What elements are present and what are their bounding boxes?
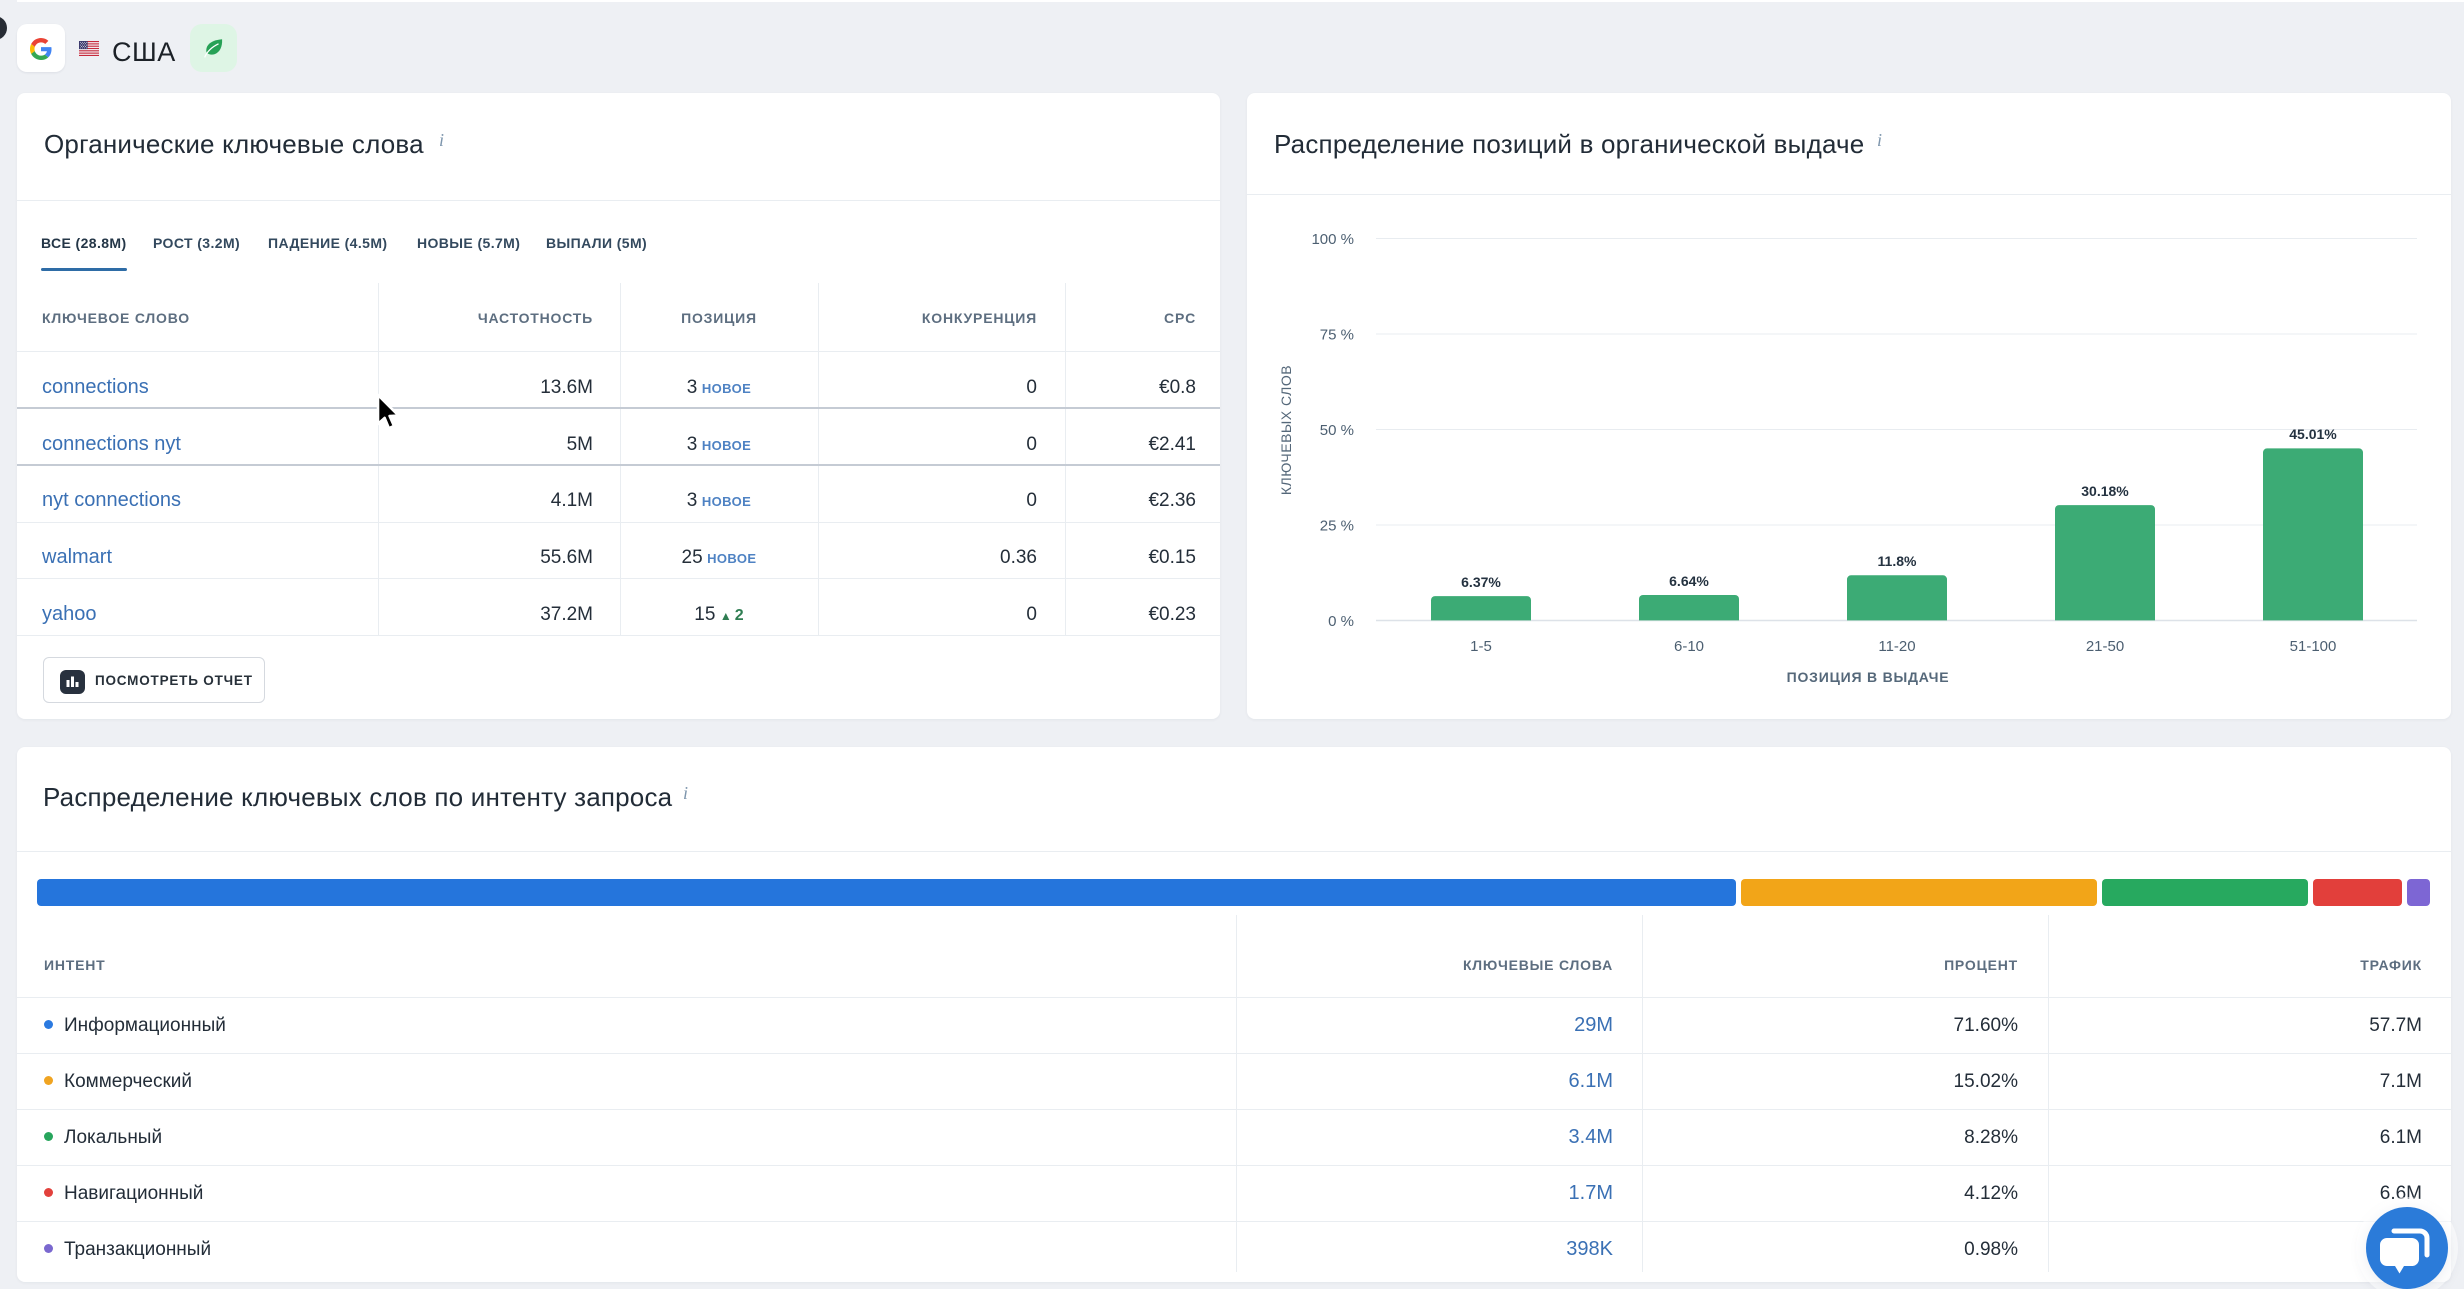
svg-text:6.64%: 6.64% — [1669, 573, 1709, 589]
svg-text:1-5: 1-5 — [1470, 638, 1492, 655]
svg-text:КЛЮЧЕВЫХ СЛОВ: КЛЮЧЕВЫХ СЛОВ — [1278, 365, 1294, 495]
svg-text:11.8%: 11.8% — [1878, 553, 1917, 569]
svg-text:25 %: 25 % — [1320, 517, 1354, 534]
svg-text:6.37%: 6.37% — [1461, 574, 1501, 590]
svg-text:75 %: 75 % — [1320, 326, 1354, 343]
svg-text:45.01%: 45.01% — [2289, 426, 2337, 442]
svg-text:ПОЗИЦИЯ В ВЫДАЧЕ: ПОЗИЦИЯ В ВЫДАЧЕ — [1787, 669, 1950, 685]
svg-text:51-100: 51-100 — [2290, 638, 2337, 655]
svg-text:100 %: 100 % — [1311, 231, 1354, 248]
svg-text:6-10: 6-10 — [1674, 638, 1704, 655]
svg-text:30.18%: 30.18% — [2081, 483, 2129, 499]
svg-text:50 %: 50 % — [1320, 422, 1354, 439]
svg-text:21-50: 21-50 — [2086, 638, 2124, 655]
svg-text:11-20: 11-20 — [1878, 638, 1915, 655]
svg-text:0 %: 0 % — [1328, 613, 1354, 630]
